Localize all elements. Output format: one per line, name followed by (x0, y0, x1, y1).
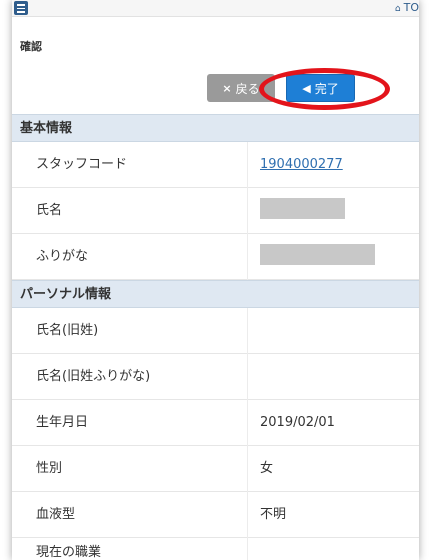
row-name: 氏名 (12, 188, 419, 234)
gender-value: 女 (260, 461, 274, 476)
home-icon: ⌂ (394, 4, 401, 14)
row-label: 生年月日 (36, 415, 89, 430)
row-staff-code: スタッフコード 1904000277 (12, 142, 419, 188)
column-divider (247, 446, 248, 492)
redacted-furigana (260, 244, 375, 265)
row-gender: 性別 女 (12, 446, 419, 492)
row-label: ふりがな (36, 249, 89, 264)
redacted-name (260, 198, 345, 219)
row-label: スタッフコード (36, 157, 128, 172)
column-divider (247, 492, 248, 538)
page-title: 確認 (20, 40, 42, 53)
row-occupation: 現在の職業 (12, 538, 419, 560)
section-basic-info: 基本情報 (12, 114, 419, 142)
staff-code-link[interactable]: 1904000277 (260, 142, 343, 188)
column-divider (247, 234, 248, 280)
row-furigana: ふりがな (12, 234, 419, 280)
row-label: 血液型 (36, 507, 76, 522)
birthdate-value: 2019/02/01 (260, 415, 335, 430)
blood-type-value: 不明 (260, 507, 287, 522)
hamburger-menu-icon[interactable] (14, 1, 28, 15)
column-divider (247, 188, 248, 234)
row-maiden-furigana: 氏名(旧姓ふりがな) (12, 354, 419, 400)
close-icon: × (222, 81, 232, 95)
column-divider (247, 142, 248, 188)
row-label: 氏名(旧姓ふりがな) (36, 369, 151, 384)
row-blood-type: 血液型 不明 (12, 492, 419, 538)
home-link-label: TO (403, 1, 419, 14)
row-label: 性別 (36, 461, 63, 476)
row-birthdate: 生年月日 2019/02/01 (12, 400, 419, 446)
highlight-annotation (259, 68, 390, 110)
section-personal-info: パーソナル情報 (12, 280, 419, 308)
home-link[interactable]: ⌂ TO (395, 0, 419, 16)
column-divider (247, 354, 248, 400)
row-maiden-name: 氏名(旧姓) (12, 308, 419, 354)
column-divider (247, 400, 248, 446)
form-window: ⌂ TO 確認 × 戻る ◀ 完了 基本情報 スタッフコード 1904000277… (12, 0, 419, 560)
top-bar: ⌂ TO (12, 0, 419, 17)
row-label: 氏名(旧姓) (36, 323, 99, 338)
column-divider (247, 308, 248, 354)
row-label: 現在の職業 (36, 545, 102, 560)
column-divider (247, 538, 248, 560)
row-label: 氏名 (36, 203, 63, 218)
back-button-label: 戻る (235, 81, 260, 96)
